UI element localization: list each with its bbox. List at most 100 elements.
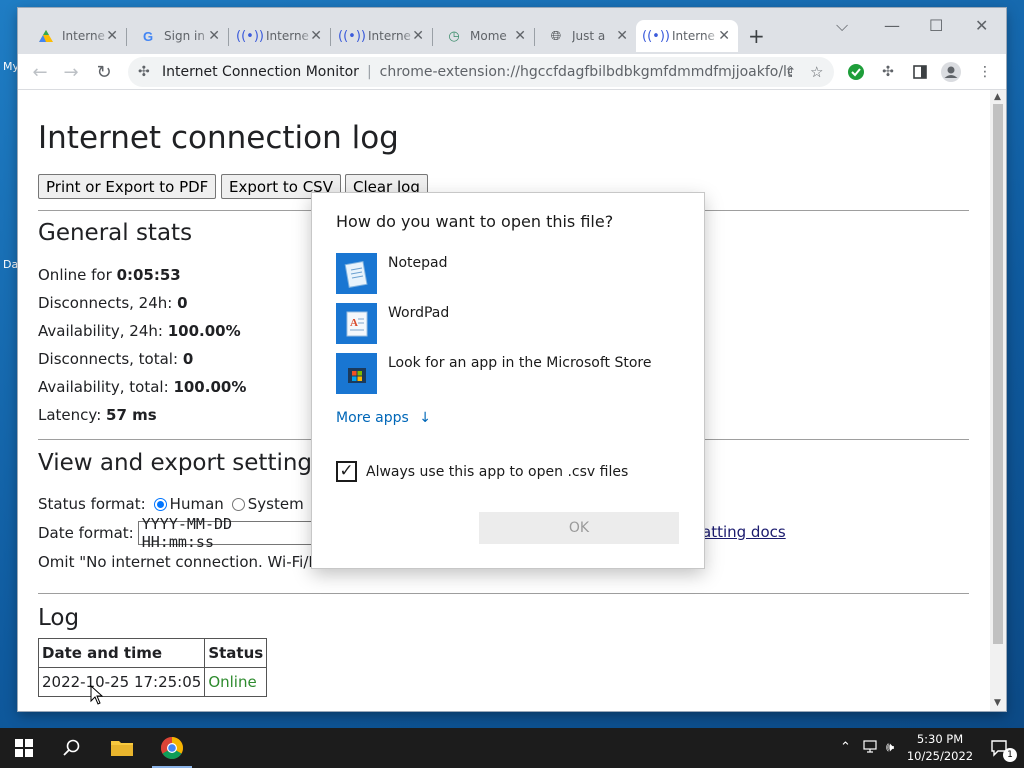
minimize-button[interactable]: — [884, 16, 900, 35]
always-use-row[interactable]: ✓ Always use this app to open .csv files [336, 461, 628, 482]
close-icon[interactable]: ✕ [106, 28, 118, 44]
tab[interactable]: 🌐︎ Just a ✕ [536, 20, 636, 52]
scroll-down-icon[interactable]: ▼ [994, 698, 1001, 708]
stat-value: 100.00% [173, 378, 247, 396]
search-button[interactable] [48, 728, 96, 768]
arrow-down-icon: ↓ [419, 410, 431, 426]
app-name: Look for an app in the Microsoft Store [388, 355, 652, 371]
clock-time: 5:30 PM [916, 732, 964, 746]
tab[interactable]: ◷ Mome ✕ [434, 20, 534, 52]
print-export-pdf-button[interactable]: Print or Export to PDF [38, 174, 217, 199]
always-use-checkbox[interactable]: ✓ [336, 461, 357, 482]
cell-status: Online [204, 667, 268, 697]
close-icon[interactable]: ✕ [310, 28, 322, 44]
app-option-wordpad[interactable]: A WordPad [336, 303, 676, 345]
stat-label: Availability, total: [38, 378, 169, 396]
system-clock[interactable]: 5:30 PM 10/25/2022 [905, 731, 975, 765]
status-format-row: Status format: Human System [38, 495, 304, 513]
volume-icon[interactable]: 🕪︎ [886, 740, 894, 755]
close-window-button[interactable]: ✕ [975, 16, 988, 35]
tab-separator [330, 28, 331, 46]
stat-availability-24h: Availability, 24h: 100.00% [38, 322, 241, 340]
store-icon [336, 353, 377, 394]
close-icon[interactable]: ✕ [412, 28, 424, 44]
status-human-label[interactable]: Human [170, 495, 224, 513]
log-table: Date and time Status 2022-10-25 17:25:05… [37, 638, 268, 697]
divider [38, 593, 969, 594]
tab[interactable]: ((•)) Interne ✕ [332, 20, 432, 52]
maximize-button[interactable]: ☐ [929, 16, 943, 35]
tab-search-icon[interactable]: ⌵ [836, 16, 848, 36]
close-icon[interactable]: ✕ [208, 28, 220, 44]
clock-icon: ◷ [448, 28, 460, 44]
app-name: Notepad [388, 255, 448, 271]
stat-value: 0 [177, 294, 188, 312]
stat-label: Availability, 24h: [38, 322, 163, 340]
scroll-up-icon[interactable]: ▲ [994, 92, 1001, 102]
general-stats-heading: General stats [38, 220, 193, 246]
back-button[interactable]: ← [28, 60, 52, 84]
tab[interactable]: Interne ✕ [26, 20, 126, 52]
close-icon[interactable]: ✕ [718, 28, 730, 44]
close-icon[interactable]: ✕ [616, 28, 628, 44]
extensions-puzzle-icon[interactable]: ✣ [878, 62, 898, 82]
wordpad-icon: A [336, 303, 377, 344]
scroll-thumb[interactable] [993, 104, 1003, 644]
taskbar-chrome[interactable] [148, 728, 196, 768]
tab-separator [432, 28, 433, 46]
stat-latency: Latency: 57 ms [38, 406, 157, 424]
column-header-status: Status [204, 638, 268, 668]
desktop-icon-label[interactable]: My [3, 60, 19, 73]
signal-icon: ((•)) [338, 28, 366, 44]
signal-icon: ((•)) [642, 28, 670, 44]
tab-title: Interne [62, 29, 105, 43]
app-option-notepad[interactable]: Notepad [336, 253, 676, 295]
tab[interactable]: G Sign in ✕ [128, 20, 228, 52]
clock-date: 10/25/2022 [906, 749, 974, 763]
status-system-radio[interactable] [231, 497, 245, 511]
omit-setting-row: Omit "No internet connection. Wi-Fi/Ethe [38, 553, 343, 571]
chevron-up-icon[interactable]: ⌃ [840, 740, 851, 755]
forward-button[interactable]: → [59, 60, 83, 84]
desktop-icon-label[interactable]: Da [3, 258, 18, 271]
date-format-input[interactable]: YYYY-MM-DD HH:mm:ss [137, 515, 316, 551]
reload-button[interactable]: ↻ [92, 60, 116, 84]
new-tab-button[interactable]: + [748, 24, 765, 48]
notification-center-button[interactable]: 1 [976, 728, 1024, 768]
close-icon[interactable]: ✕ [514, 28, 526, 44]
tab-title: Mome [470, 29, 507, 43]
share-icon[interactable]: ⇪ [784, 63, 797, 81]
status-system-label[interactable]: System [248, 495, 304, 513]
tab[interactable]: ((•)) Interne ✕ [230, 20, 330, 52]
stat-label: Disconnects, total: [38, 350, 179, 368]
table-header-row: Date and time Status [37, 638, 268, 668]
start-button[interactable] [0, 728, 48, 768]
address-bar[interactable]: ✣ Internet Connection Monitor | chrome-e… [128, 57, 834, 87]
profile-avatar-icon[interactable] [941, 62, 961, 82]
tab-title: Just a [572, 29, 606, 43]
page-title: Internet connection log [38, 120, 399, 156]
globe-icon: 🌐︎ [550, 28, 562, 44]
network-icon[interactable] [863, 740, 879, 758]
page-scrollbar[interactable]: ▲ ▼ [990, 90, 1006, 711]
app-option-store[interactable]: Look for an app in the Microsoft Store [336, 353, 676, 395]
stat-value: 0 [182, 350, 194, 368]
stat-disconnects-total: Disconnects, total: 0 [38, 350, 193, 368]
taskbar-file-explorer[interactable] [98, 728, 146, 768]
ok-button[interactable]: OK [479, 512, 679, 544]
stat-label: Disconnects, 24h: [38, 294, 173, 312]
signal-icon: ((•)) [236, 28, 264, 44]
extension-check-icon[interactable] [846, 62, 866, 82]
open-with-dialog: How do you want to open this file? Notep… [312, 193, 704, 568]
tab-separator [534, 28, 535, 46]
stat-value: 57 ms [106, 406, 157, 424]
more-apps-link[interactable]: More apps ↓ [336, 410, 431, 426]
formatting-docs-link[interactable]: atting docs [702, 523, 786, 541]
side-panel-icon[interactable] [910, 62, 930, 82]
windows-logo-icon [15, 739, 33, 757]
tab-active[interactable]: ((•)) Interne ✕ [636, 20, 738, 52]
omnibox-host: Internet Connection Monitor [162, 64, 359, 80]
status-human-radio[interactable] [153, 497, 167, 511]
bookmark-star-icon[interactable]: ☆ [810, 63, 823, 81]
menu-kebab-icon[interactable]: ⋮ [975, 62, 995, 82]
